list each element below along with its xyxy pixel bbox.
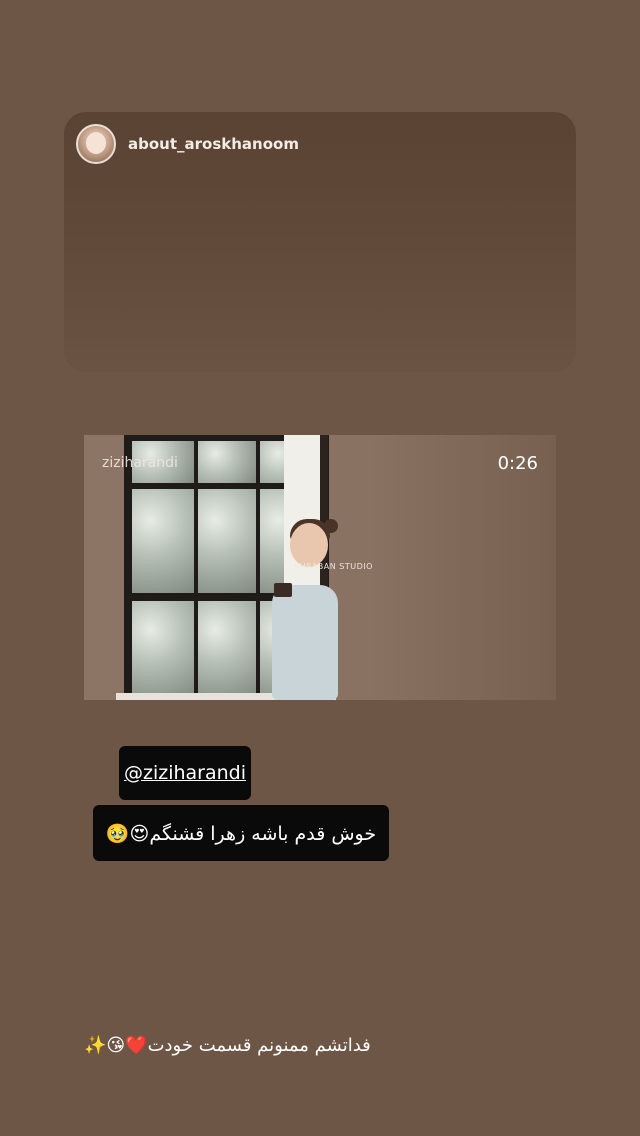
cup [274,583,292,597]
caption-sticker: خوش قدم باشه زهرا قشنگم😍🥹 [93,805,389,861]
studio-watermark: SHRABAN STUDIO [294,562,373,571]
username-label[interactable]: about_aroskhanoom [128,135,299,153]
video-preview[interactable]: ziziharandi 0:26 SHRABAN STUDIO [84,435,556,700]
video-watermark: ziziharandi [102,455,178,471]
post-header[interactable]: about_aroskhanoom [76,124,299,164]
mention-sticker[interactable]: @ziziharandi [119,746,251,800]
caption-text: خوش قدم باشه زهرا قشنگم😍🥹 [105,822,377,845]
child-face [290,523,328,567]
video-duration: 0:26 [497,453,538,474]
mention-link[interactable]: @ziziharandi [124,762,246,784]
bottom-caption: فداتشم ممنونم قسمت خودت❤️😘✨ [84,1035,371,1056]
shared-post-card[interactable]: about_aroskhanoom [64,112,576,372]
child-hair-bun [324,519,338,533]
child-figure [272,585,338,700]
profile-avatar[interactable] [76,124,116,164]
